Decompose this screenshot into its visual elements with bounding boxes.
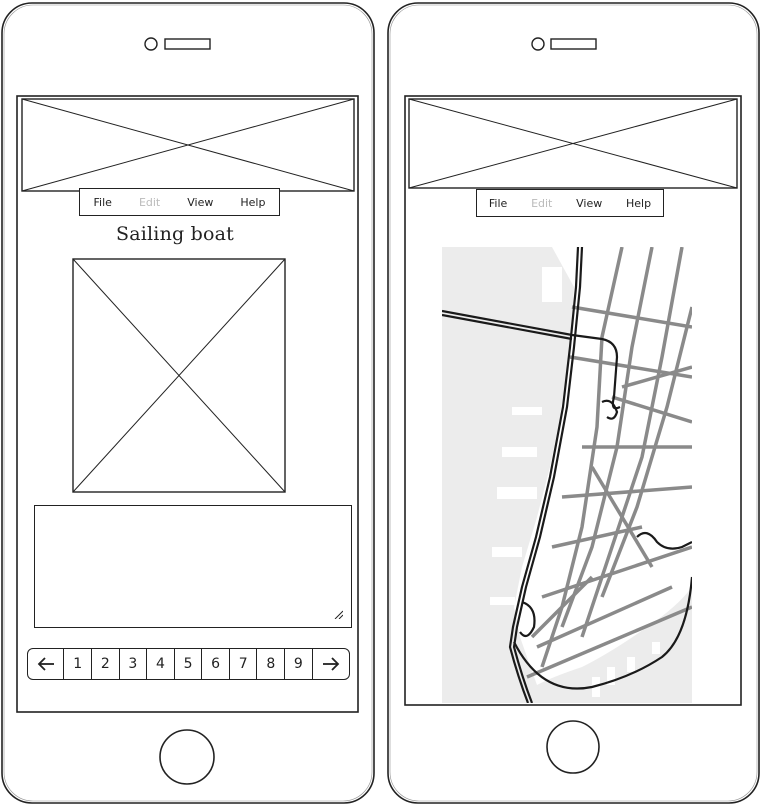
home-button [546,720,600,774]
page-9[interactable]: 9 [284,649,312,679]
banner-image-placeholder [408,98,738,189]
map-view[interactable] [442,247,692,703]
menu-item-file[interactable]: File [94,196,112,209]
page-title: Sailing boat [116,223,234,245]
menu-bar-right: File Edit View Help [476,189,664,217]
home-button [159,729,215,785]
page-1[interactable]: 1 [63,649,91,679]
menu-item-edit: Edit [138,195,161,209]
menu-item-view[interactable]: View [187,196,213,209]
page-7[interactable]: 7 [228,649,257,679]
page-4[interactable]: 4 [146,649,174,679]
page-2[interactable]: 2 [91,649,119,679]
map-canvas[interactable] [442,247,692,703]
main-image-placeholder [72,258,286,493]
arrow-right-icon[interactable] [311,649,349,679]
camera-icon [144,37,158,51]
phone-left [0,0,380,812]
menu-bar-left: File Edit View Help [79,188,280,216]
menu-item-help[interactable]: Help [626,197,651,210]
phone-left-frame [1,2,375,804]
page-3[interactable]: 3 [118,649,147,679]
arrow-left-icon[interactable] [28,649,63,679]
speaker-icon [550,38,597,50]
description-textarea[interactable] [34,505,352,628]
pagination: 1 2 3 4 5 6 7 8 9 [27,648,350,680]
page-6[interactable]: 6 [201,649,229,679]
speaker-icon [164,38,211,50]
menu-item-edit: Edit [531,196,553,210]
menu-item-help[interactable]: Help [240,196,265,209]
resize-grip-icon[interactable] [333,609,343,619]
banner-image-placeholder [21,98,355,192]
camera-icon [531,37,545,51]
menu-item-file[interactable]: File [489,197,507,210]
page-8[interactable]: 8 [256,649,284,679]
page-5[interactable]: 5 [173,649,202,679]
menu-item-view[interactable]: View [576,197,602,210]
